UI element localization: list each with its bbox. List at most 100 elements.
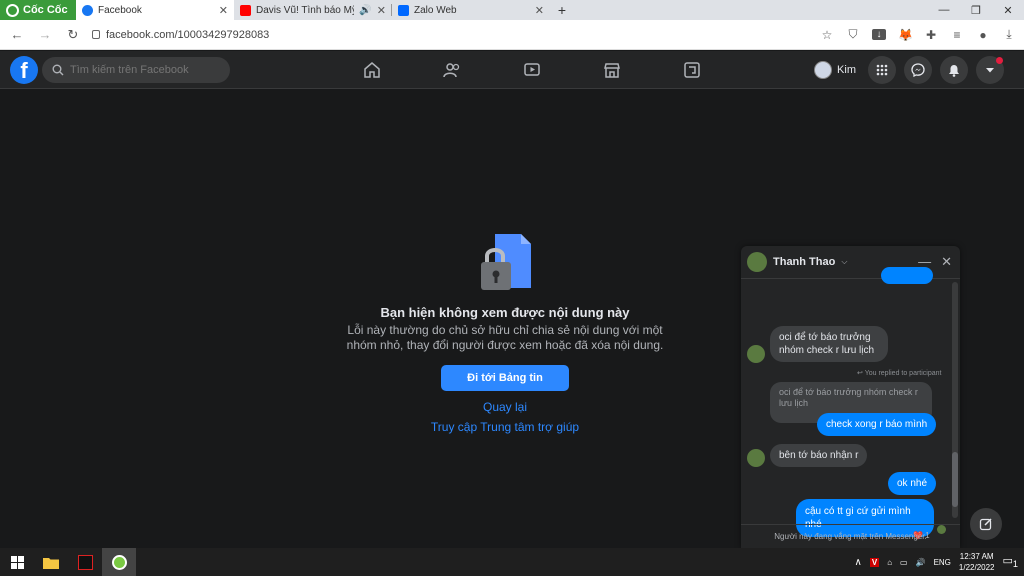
extensions-bar: ☆ ⛉ ↓ 🦊 ✚ ≡ ● ⤓: [820, 27, 1016, 42]
url-text: facebook.com/100034297928083: [106, 28, 270, 41]
browser-tab-strip: Cốc Cốc Facebook ✕ Davis Vũ! Tình báo Mỹ…: [0, 0, 1024, 20]
download-icon[interactable]: ↓: [872, 29, 886, 40]
search-box[interactable]: [42, 57, 230, 83]
lock-icon: [92, 30, 100, 39]
nav-marketplace[interactable]: [572, 51, 652, 89]
network-icon[interactable]: ⌂: [887, 558, 892, 567]
facebook-favicon-icon: [82, 4, 93, 16]
tab-title: Facebook: [98, 4, 142, 16]
close-tab-icon[interactable]: ✕: [377, 4, 386, 17]
url-field[interactable]: facebook.com/100034297928083: [92, 24, 810, 46]
folder-icon: [43, 557, 59, 569]
coccoc-menu-button[interactable]: Cốc Cốc: [0, 0, 76, 20]
close-tab-icon[interactable]: ✕: [219, 4, 228, 17]
messenger-chat-window: Thanh Thao ⌵ — ✕ oci để tớ báo trưởng nh…: [741, 246, 960, 548]
account-menu-button[interactable]: [976, 56, 1004, 84]
language-indicator[interactable]: ENG: [934, 558, 951, 567]
back-arrow-icon[interactable]: ←: [8, 27, 26, 42]
chevron-down-icon: [986, 68, 994, 73]
grid-menu-icon: [876, 64, 888, 76]
notifications-button[interactable]: [940, 56, 968, 84]
message-bubble-outgoing: check xong r báo mình: [817, 413, 937, 436]
account-icon[interactable]: ●: [976, 28, 990, 42]
new-tab-button[interactable]: +: [550, 0, 574, 20]
close-tab-icon[interactable]: ✕: [535, 4, 544, 17]
clock-time: 12:37 AM: [959, 552, 994, 561]
downloads-icon[interactable]: ⤓: [1002, 27, 1016, 42]
star-bookmark-icon[interactable]: ☆: [820, 28, 834, 42]
game-app-button[interactable]: [68, 548, 102, 576]
shield-icon[interactable]: ⛉: [846, 27, 860, 42]
tab-youtube[interactable]: Davis Vũ! Tình báo Mỹ tại 🔊 ✕: [234, 0, 392, 20]
coccoc-app-icon: [111, 554, 127, 570]
message-bubble-outgoing: ok nhé: [888, 472, 937, 495]
header-right-actions: Kim: [814, 56, 1004, 84]
forward-arrow-icon[interactable]: →: [36, 27, 54, 42]
help-center-link[interactable]: Truy cập Trung tâm trợ giúp: [340, 420, 670, 434]
nav-friends[interactable]: [412, 51, 492, 89]
browser-brand: Cốc Cốc: [23, 4, 68, 16]
messenger-button[interactable]: [904, 56, 932, 84]
windows-taskbar: ∧ V ⌂ ▭ 🔊 ENG 12:37 AM 1/22/2022 ▭1: [0, 548, 1024, 576]
messenger-icon: [911, 63, 925, 77]
tab-facebook[interactable]: Facebook ✕: [76, 0, 234, 20]
speaker-icon[interactable]: 🔊: [916, 558, 926, 567]
clock[interactable]: 12:37 AM 1/22/2022: [959, 551, 995, 573]
close-window-icon[interactable]: ✕: [992, 0, 1024, 20]
new-message-button[interactable]: [970, 508, 1002, 540]
tab-title: Zalo Web: [414, 4, 457, 16]
file-explorer-button[interactable]: [34, 548, 68, 576]
notification-dot: [996, 57, 1003, 64]
chat-scrollbar[interactable]: [952, 282, 958, 518]
media-queue-icon[interactable]: ≡: [950, 28, 964, 42]
notification-center-icon[interactable]: ▭1: [1003, 554, 1019, 569]
coccoc-logo-icon: [6, 3, 19, 17]
tab-title: Davis Vũ! Tình báo Mỹ tại: [256, 4, 354, 16]
address-bar: ← → ↻ facebook.com/100034297928083 ☆ ⛉ ↓…: [0, 20, 1024, 50]
window-controls: — ❐ ✕: [928, 0, 1024, 20]
windows-logo-icon: [10, 555, 24, 569]
reload-icon[interactable]: ↻: [64, 27, 82, 43]
profile-button[interactable]: Kim: [814, 61, 856, 79]
search-input[interactable]: [70, 64, 220, 76]
gaming-icon: [684, 62, 700, 78]
error-title: Bạn hiện không xem được nội dung này: [380, 305, 630, 320]
nav-watch[interactable]: [492, 51, 572, 89]
compose-icon: [979, 518, 992, 531]
battery-icon[interactable]: ▭: [900, 558, 908, 567]
go-to-feed-button[interactable]: Đi tới Bảng tin: [441, 365, 569, 391]
contact-avatar[interactable]: [747, 252, 767, 272]
puzzle-extensions-icon[interactable]: ✚: [924, 28, 938, 42]
message-list[interactable]: oci để tớ báo trưởng nhóm check r lưu lị…: [741, 267, 951, 540]
antivirus-icon[interactable]: V: [869, 557, 880, 567]
chat-status-footer: Người này đang vắng mặt trên Messenger.: [741, 524, 960, 548]
message-bubble-incoming: bên tớ báo nhận r: [770, 444, 868, 467]
tab-zalo[interactable]: Zalo Web ✕: [392, 0, 550, 20]
go-back-link[interactable]: Quay lại: [340, 400, 670, 414]
bell-icon: [949, 64, 959, 77]
menu-button[interactable]: [868, 56, 896, 84]
nav-home[interactable]: [332, 51, 412, 89]
content-unavailable-panel: Bạn hiện không xem được nội dung này Lỗi…: [340, 230, 670, 434]
message-bubble-partial: [881, 267, 933, 284]
minimize-window-icon[interactable]: —: [928, 0, 960, 20]
chevron-down-icon[interactable]: ⌵: [841, 257, 847, 267]
metamask-icon[interactable]: 🦊: [898, 28, 913, 42]
message-bubble-incoming: oci để tớ báo trưởng nhóm check r lưu lị…: [770, 326, 888, 362]
watch-video-icon: [524, 63, 540, 76]
speaker-icon[interactable]: 🔊: [359, 5, 371, 16]
coccoc-taskbar-button[interactable]: [102, 548, 136, 576]
facebook-logo-icon[interactable]: f: [10, 56, 38, 84]
system-tray: ∧ V ⌂ ▭ 🔊 ENG 12:37 AM 1/22/2022 ▭1: [855, 551, 1024, 573]
game-app-icon: [77, 554, 93, 570]
contact-name[interactable]: Thanh Thao: [773, 256, 835, 268]
home-icon: [364, 62, 380, 78]
locked-content-icon: [481, 234, 531, 290]
maximize-window-icon[interactable]: ❐: [960, 0, 992, 20]
chevron-up-icon[interactable]: ∧: [855, 557, 862, 568]
close-chat-icon[interactable]: ✕: [941, 254, 952, 270]
profile-name: Kim: [837, 64, 856, 76]
start-button[interactable]: [0, 548, 34, 576]
search-icon: [52, 64, 64, 76]
nav-gaming[interactable]: [652, 51, 732, 89]
